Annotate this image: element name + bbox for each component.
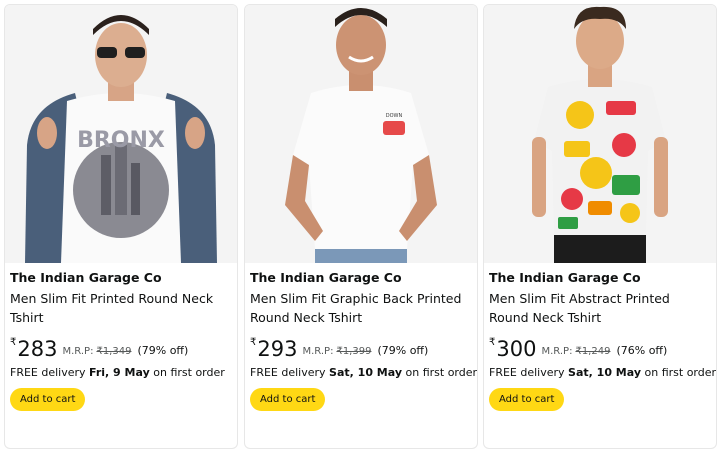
currency-symbol: ₹ [250, 337, 257, 348]
product-info: The Indian Garage Co Men Slim Fit Graphi… [250, 269, 477, 411]
delivery-prefix: FREE delivery [250, 366, 326, 379]
mrp-label: M.R.P: [302, 346, 334, 357]
discount-percent: (79% off) [377, 344, 429, 357]
brand-name: The Indian Garage Co [10, 270, 162, 285]
svg-text:BRONX: BRONX [77, 128, 165, 153]
mrp-price: ₹1,349 [96, 346, 132, 357]
product-title[interactable]: Men Slim Fit Graphic Back Printed Round … [250, 289, 472, 327]
brand-name: The Indian Garage Co [250, 270, 402, 285]
delivery-date: Fri, 9 May [89, 366, 150, 379]
mrp-label: M.R.P: [541, 346, 573, 357]
delivery-date: Sat, 10 May [329, 366, 402, 379]
delivery-date: Sat, 10 May [568, 366, 641, 379]
brand-name: The Indian Garage Co [489, 270, 641, 285]
product-info: The Indian Garage Co Men Slim Fit Abstra… [489, 269, 716, 411]
delivery-info: FREE delivery Sat, 10 May on first order [250, 365, 477, 381]
product-image[interactable] [484, 5, 716, 263]
product-title[interactable]: Men Slim Fit Printed Round Neck Tshirt [10, 289, 232, 327]
product-grid: BRONX The Indian Garage Co Men Slim Fit … [0, 0, 723, 452]
product-card[interactable]: BRONX The Indian Garage Co Men Slim Fit … [4, 4, 238, 449]
product-card[interactable]: DOWN The Indian Garage Co Men Slim Fit G… [244, 4, 478, 449]
mrp-label: M.R.P: [62, 346, 94, 357]
add-to-cart-button[interactable]: Add to cart [489, 388, 565, 411]
delivery-suffix: on first order [153, 366, 225, 379]
add-to-cart-button[interactable]: Add to cart [10, 388, 86, 411]
currency-symbol: ₹ [489, 337, 496, 348]
delivery-suffix: on first order [644, 366, 717, 379]
delivery-info: FREE delivery Sat, 10 May on first order [489, 365, 716, 381]
price-row: ₹ 300 M.R.P: ₹1,249 (76% off) [489, 336, 711, 361]
mrp-price: ₹1,249 [575, 346, 611, 357]
delivery-info: FREE delivery Fri, 9 May on first order [10, 365, 232, 381]
price-row: ₹ 293 M.R.P: ₹1,399 (79% off) [250, 336, 472, 361]
product-title[interactable]: Men Slim Fit Abstract Printed Round Neck… [489, 289, 711, 327]
price: 283 [17, 337, 58, 361]
product-image[interactable]: BRONX [5, 5, 237, 263]
discount-percent: (76% off) [616, 344, 668, 357]
svg-text:DOWN: DOWN [386, 113, 403, 119]
mrp-price: ₹1,399 [336, 346, 372, 357]
product-info: The Indian Garage Co Men Slim Fit Printe… [10, 269, 232, 411]
delivery-prefix: FREE delivery [489, 366, 565, 379]
delivery-prefix: FREE delivery [10, 366, 86, 379]
product-card[interactable]: The Indian Garage Co Men Slim Fit Abstra… [483, 4, 717, 449]
product-image[interactable]: DOWN [245, 5, 477, 263]
price: 293 [257, 337, 298, 361]
price: 300 [496, 337, 537, 361]
add-to-cart-button[interactable]: Add to cart [250, 388, 326, 411]
delivery-suffix: on first order [405, 366, 478, 379]
discount-percent: (79% off) [137, 344, 189, 357]
price-row: ₹ 283 M.R.P: ₹1,349 (79% off) [10, 336, 232, 361]
currency-symbol: ₹ [10, 337, 17, 348]
